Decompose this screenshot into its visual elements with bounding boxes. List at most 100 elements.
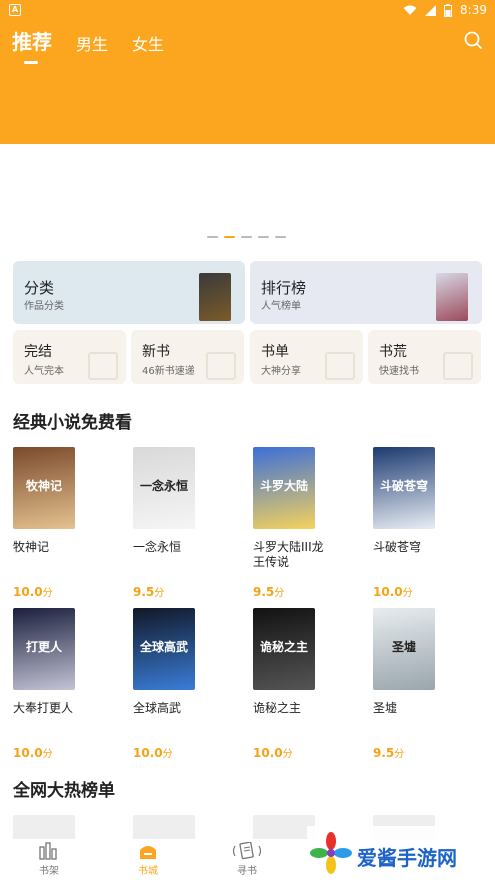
category-new-books[interactable]: 新书 46新书速递 [131,330,244,384]
carousel-indicator [207,236,286,238]
category-title: 完结 [24,344,52,360]
book-cover[interactable]: 全球高武 [133,608,195,690]
category-book-shortage[interactable]: 书荒 快速找书 [368,330,481,384]
book-score-value: 10.0 [373,585,403,599]
tab-female[interactable]: 女生 [132,31,164,55]
book-stack-decoration [443,352,473,380]
nav-label: 书架 [39,866,59,877]
book-cover-decoration [436,273,468,321]
book-score-unit: 分 [402,588,413,599]
book-card[interactable]: 圣墟 圣墟 9.5分 [373,608,483,763]
book-score-unit: 分 [42,588,53,599]
book-score-value: 9.5 [253,585,275,599]
book-stack-decoration [206,352,236,380]
book-score: 9.5分 [253,584,284,599]
book-title[interactable]: 斗破苍穹 [373,540,455,555]
category-subtitle: 大神分享 [261,366,301,377]
book-card[interactable]: 打更人大奉打更人 10.0分 [13,608,123,763]
banner-carousel[interactable] [0,144,495,248]
book-cover-title: 牧神记 [25,479,62,493]
book-cover-title: 全球高武 [139,640,188,654]
battery-icon [444,3,453,17]
carousel-dot [275,236,286,238]
header: A 8:39 推荐 男生 女生 [0,0,495,144]
carousel-dot [258,236,269,238]
book-score-unit: 分 [274,588,285,599]
category-title: 分类 [24,279,55,297]
book-card[interactable]: 牧神记 牧神记 10.0分 [13,447,123,602]
book-score-value: 9.5 [133,585,155,599]
book-title[interactable]: 牧神记 [13,540,95,555]
book-title[interactable]: 一念永恒 [133,540,215,555]
book-score: 10.0分 [253,745,293,760]
category-title: 书荒 [379,344,407,360]
category-book-list[interactable]: 书单 大神分享 [250,330,363,384]
book-score-unit: 分 [282,749,293,760]
nav-bookstore[interactable]: 书城 [118,842,178,877]
section-title-free-classics: 经典小说免费看 [13,413,132,433]
book-title[interactable]: 全球高武 [133,701,215,716]
book-cover-title: 斗罗大陆 [259,479,308,493]
category-classify[interactable]: 分类 作品分类 [13,261,245,324]
book-cover[interactable]: 打更人 [13,608,75,690]
book-card[interactable]: 斗破苍穹 斗破苍穹 10.0分 [373,447,483,602]
book-title[interactable]: 圣墟 [373,701,455,716]
book-title[interactable]: 大奉打更人 [13,701,95,716]
book-cover-placeholder[interactable] [13,815,75,839]
book-cover-placeholder[interactable] [133,815,195,839]
book-cover[interactable]: 斗破苍穹 [373,447,435,529]
book-cover-title: 打更人 [25,640,62,654]
book-title[interactable]: 斗罗大陆III龙王传说 [253,540,335,570]
book-card[interactable]: 斗罗大陆斗罗大陆III龙王传说 9.5分 [253,447,363,602]
book-score-unit: 分 [162,749,173,760]
book-stack-decoration [325,352,355,380]
book-score-unit: 分 [394,749,405,760]
book-cover-title: 斗破苍穹 [379,479,428,493]
book-cover[interactable]: 斗罗大陆 [253,447,315,529]
signal-icon [425,4,437,16]
search-icon[interactable] [463,30,483,50]
book-score: 10.0分 [133,745,173,760]
book-card[interactable]: 一念永恒 一念永恒 9.5分 [133,447,243,602]
category-title: 排行榜 [261,279,307,297]
status-bar: A 8:39 [0,0,495,22]
tab-recommend[interactable]: 推荐 [12,26,52,64]
find-book-icon [232,842,262,860]
category-title: 新书 [142,344,170,360]
category-title: 书单 [261,344,289,360]
book-score-unit: 分 [42,749,53,760]
book-cover[interactable]: 牧神记 [13,447,75,529]
book-title[interactable]: 诡秘之主 [253,701,335,716]
category-subtitle: 快速找书 [379,366,419,377]
book-cover[interactable]: 诡秘之主 [253,608,315,690]
book-score-value: 10.0 [253,746,283,760]
nav-find-book[interactable]: 寻书 [217,842,277,877]
site-watermark: 爱酱手游网 [307,826,495,880]
book-card[interactable]: 诡秘之主 诡秘之主 10.0分 [253,608,363,763]
category-subtitle: 人气榜单 [261,301,301,312]
top-tabs: 推荐 男生 女生 [12,26,188,64]
book-score: 10.0分 [13,584,53,599]
book-score-value: 10.0 [13,746,43,760]
section-title-hot-list: 全网大热榜单 [13,781,115,801]
category-subtitle: 作品分类 [24,301,64,312]
nav-label: 书城 [138,866,158,877]
book-cover[interactable]: 一念永恒 [133,447,195,529]
book-score: 10.0分 [373,584,413,599]
book-score-value: 10.0 [133,746,163,760]
book-score-unit: 分 [154,588,165,599]
bookshelf-icon [39,842,57,860]
book-cover[interactable]: 圣墟 [373,608,435,690]
book-score: 9.5分 [133,584,164,599]
wifi-icon [403,5,417,15]
book-cover-decoration [199,273,231,321]
category-ranking[interactable]: 排行榜 人气榜单 [250,261,482,324]
category-finished[interactable]: 完结 人气完本 [13,330,126,384]
category-subtitle: 人气完本 [24,366,64,377]
book-score: 10.0分 [13,745,53,760]
nav-bookshelf[interactable]: 书架 [19,842,79,877]
book-card[interactable]: 全球高武 全球高武 10.0分 [133,608,243,763]
clock: 8:39 [460,3,487,17]
book-cover-placeholder[interactable] [253,815,315,839]
tab-male[interactable]: 男生 [76,31,108,55]
